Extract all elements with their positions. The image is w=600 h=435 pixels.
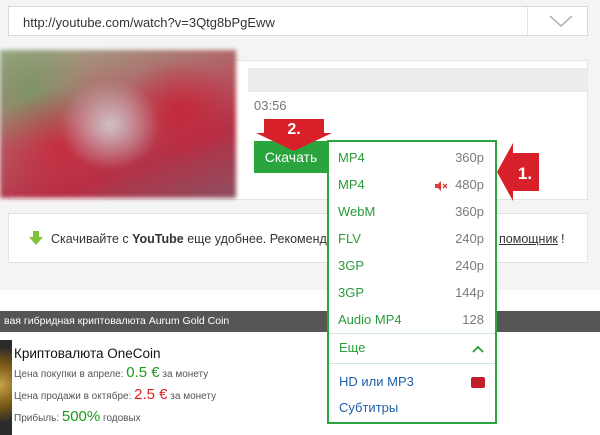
promo-brand: YouTube (132, 232, 184, 246)
chevron-down-icon[interactable] (547, 13, 575, 29)
ad-sell-line: Цена продажи в октябре: 2.5 € за монету (14, 386, 217, 403)
dropdown-divider (329, 363, 495, 364)
step-1-arrow-icon: 1. (497, 143, 539, 201)
ad-header-text: вая гибридная криптовалюта Aurum Gold Co… (4, 315, 230, 327)
ad-header-bar[interactable]: вая гибридная криптовалюта Aurum Gold Co… (0, 311, 600, 332)
subtitles-link[interactable]: Субтитры (329, 395, 495, 421)
url-input-value: http://youtube.com/watch?v=3Qtg8bPgEww (23, 15, 275, 30)
dropdown-divider (329, 333, 495, 334)
profit-value: 500% (61, 408, 101, 425)
ad-buy-line: Цена покупки в апреле: 0.5 € за монету (14, 364, 209, 381)
format-option[interactable]: WebM 360p (329, 199, 495, 225)
coin-image (0, 340, 12, 435)
video-thumbnail[interactable] (0, 50, 236, 198)
helper-link[interactable]: помощник (499, 232, 558, 246)
download-badge-icon (471, 377, 485, 388)
format-option[interactable]: 3GP 144p (329, 280, 495, 306)
hd-mp3-link[interactable]: HD или MP3 (329, 369, 495, 395)
format-option[interactable]: Audio MP4 128 (329, 307, 495, 333)
format-option[interactable]: MP4 360p (329, 145, 495, 171)
step-2-label: 2. (287, 121, 300, 138)
download-arrow-icon (29, 231, 43, 245)
format-dropdown: MP4 360p MP4 480p WebM 360p FLV 240p 3GP… (327, 140, 497, 424)
url-input[interactable]: http://youtube.com/watch?v=3Qtg8bPgEww (8, 6, 588, 36)
promo-banner: Скачивайте с YouTube еще удобнее. Рекоме… (8, 213, 588, 263)
step-2-arrow-icon: 2. (256, 119, 332, 151)
video-title-blurred (248, 68, 588, 92)
step-1-label: 1. (518, 164, 532, 183)
format-option[interactable]: MP4 480p (329, 172, 495, 198)
muted-speaker-icon (435, 181, 447, 191)
chevron-up-icon (472, 345, 484, 353)
buy-price: 0.5 € (126, 364, 160, 381)
url-divider (527, 7, 528, 35)
format-option[interactable]: 3GP 240p (329, 253, 495, 279)
video-duration: 03:56 (254, 98, 287, 113)
format-option[interactable]: FLV 240p (329, 226, 495, 252)
sell-price: 2.5 € (134, 386, 168, 403)
more-toggle[interactable]: Еще (329, 335, 495, 361)
ad-title[interactable]: Криптовалюта OneCoin (14, 346, 161, 361)
promo-end: ! (561, 232, 565, 246)
ad-profit-line: Прибыль: 500% годовых (14, 408, 141, 425)
promo-text: Скачивайте с YouTube еще удобнее. Рекоме… (51, 232, 343, 246)
